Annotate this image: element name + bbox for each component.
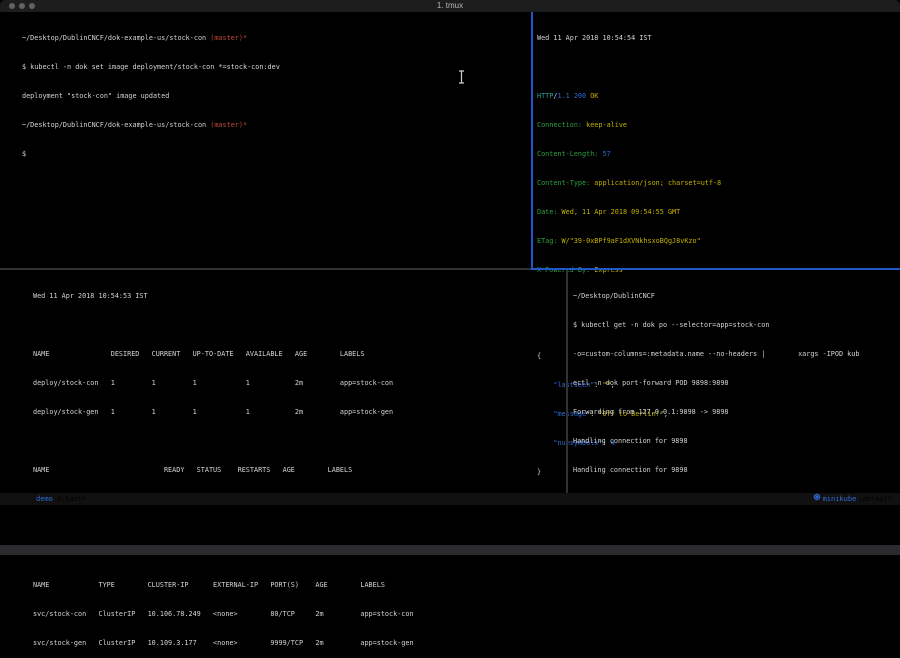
prompt-line: ~/Desktop/DublinCNCF/dok-example-us/stoc… <box>22 121 531 131</box>
services-table-row: svc/stock-con ClusterIP 10.106.78.249 <n… <box>33 610 566 620</box>
pane-bottom-left-kubectl[interactable]: Wed 11 Apr 2018 10:54:53 IST NAME DESIRE… <box>0 270 566 493</box>
http-header-line: Date: Wed, 11 Apr 2018 09:54:55 GMT <box>537 208 900 218</box>
prompt-path: ~/Desktop/DublinCNCF <box>573 292 900 302</box>
deployments-table-row: deploy/stock-con 1 1 1 1 2m app=stock-co… <box>33 379 566 389</box>
http-status-line: HTTP/1.1 200 OK <box>537 92 900 102</box>
session-name: demo <box>36 495 53 503</box>
kube-namespace: :default <box>858 493 892 505</box>
pane-bottom-right-portforward[interactable]: ~/Desktop/DublinCNCF $ kubectl get -n do… <box>568 270 900 493</box>
window-title: 1. tmux <box>0 0 900 12</box>
http-header-line: Connection: keep-alive <box>537 121 900 131</box>
mouse-cursor-ibeam <box>457 69 466 88</box>
prompt-line: ~/Desktop/DublinCNCF/dok-example-us/stoc… <box>22 34 531 44</box>
git-branch: (master)* <box>210 34 247 42</box>
header-key: Content-Length: <box>537 150 598 158</box>
prompt-path: ~/Desktop/DublinCNCF/dok-example-us/stoc… <box>22 34 210 42</box>
command-output: Handling connection for 9898 <box>573 466 900 476</box>
header-key: ETag: <box>537 237 557 245</box>
http-header-line: Content-Type: application/json; charset=… <box>537 179 900 189</box>
status-left: demo 0:bash* <box>36 493 87 505</box>
http-version-code: 1.1 200 <box>557 92 586 100</box>
pane-top-left-shell[interactable]: ~/Desktop/DublinCNCF/dok-example-us/stoc… <box>0 12 531 268</box>
command-line: $ kubectl get -n dok po --selector=app=s… <box>573 321 900 331</box>
http-header-line: Content-Length: 57 <box>537 150 900 160</box>
git-branch: (master)* <box>210 121 247 129</box>
command-line: ectl -n dok port-forward POD 9898:9898 <box>573 379 900 389</box>
timestamp: Wed 11 Apr 2018 10:54:53 IST <box>33 292 566 302</box>
pane-top-right-http[interactable]: Wed 11 Apr 2018 10:54:54 IST HTTP/1.1 20… <box>533 12 900 268</box>
http-protocol: HTTP <box>537 92 553 100</box>
command-output: deployment "stock-con" image updated <box>22 92 531 102</box>
status-right: minikube:default <box>813 493 892 505</box>
services-table-header: NAME TYPE CLUSTER-IP EXTERNAL-IP PORT(S)… <box>33 581 566 591</box>
kube-context: minikube <box>823 493 857 505</box>
header-value: 57 <box>598 150 610 158</box>
command-output: Handling connection for 9898 <box>573 437 900 447</box>
services-table-row: svc/stock-gen ClusterIP 10.109.3.177 <no… <box>33 639 566 649</box>
header-value: Wed, 11 Apr 2018 09:54:55 GMT <box>557 208 680 216</box>
prompt-char: $ <box>22 150 531 160</box>
window-bottom-fill <box>0 505 900 545</box>
header-key: Connection: <box>537 121 582 129</box>
command-line: $ kubectl -n dok set image deployment/st… <box>22 63 531 73</box>
header-value: keep-alive <box>582 121 627 129</box>
deployments-table-header: NAME DESIRED CURRENT UP-TO-DATE AVAILABL… <box>33 350 566 360</box>
header-value: application/json; charset=utf-8 <box>590 179 721 187</box>
pods-table-header: NAME READY STATUS RESTARTS AGE LABELS <box>33 466 566 476</box>
command-output: Forwarding from 127.0.0.1:9898 -> 9898 <box>573 408 900 418</box>
http-header-line: ETag: W/"39-0xBPf9aF1dXVNkhsxoBQgJ8vKzo" <box>537 237 900 247</box>
tmux-status-bar: demo 0:bash* minikube:default <box>0 493 900 505</box>
helm-icon <box>813 493 821 505</box>
http-reason: OK <box>586 92 598 100</box>
window-item[interactable]: 0:bash* <box>57 495 87 503</box>
pane-border-active-vertical[interactable] <box>531 12 533 268</box>
window-bottom-edge <box>0 545 900 555</box>
header-key: Content-Type: <box>537 179 590 187</box>
prompt-path: ~/Desktop/DublinCNCF/dok-example-us/stoc… <box>22 121 210 129</box>
header-key: Date: <box>537 208 557 216</box>
deployments-table-row: deploy/stock-gen 1 1 1 1 2m app=stock-ge… <box>33 408 566 418</box>
titlebar[interactable]: 1. tmux <box>0 0 900 12</box>
command-line: -o=custom-columns=:metadata.name --no-he… <box>573 350 900 360</box>
timestamp: Wed 11 Apr 2018 10:54:54 IST <box>537 34 900 44</box>
header-value: W/"39-0xBPf9aF1dXVNkhsxoBQgJ8vKzo" <box>557 237 700 245</box>
